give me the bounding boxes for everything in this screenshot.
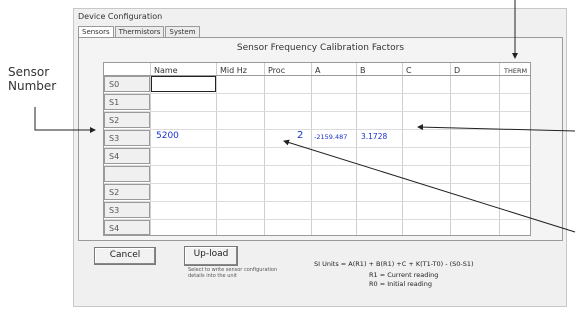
a-cell-s3[interactable]: -2159.487 xyxy=(314,133,347,141)
annotation-line-1: Sensor xyxy=(8,65,50,79)
row-label-s4: S4 xyxy=(104,148,150,164)
r1-note: R1 = Current reading xyxy=(369,271,439,279)
column-header-a: A xyxy=(315,66,321,75)
tab-system[interactable]: System xyxy=(165,26,200,37)
name-cell-s3[interactable]: 5200 xyxy=(156,131,179,141)
table-row xyxy=(104,166,530,184)
tab-thermistors[interactable]: Thermistors xyxy=(114,26,165,37)
column-header-d: D xyxy=(454,66,461,75)
row-label-blank xyxy=(104,166,150,182)
tab-bar: Sensors Thermistors System xyxy=(78,26,201,37)
row-label-s2: S2 xyxy=(104,112,150,128)
row-label-s3-second: S3 xyxy=(104,202,150,218)
cancel-button[interactable]: Cancel xyxy=(94,247,156,265)
table-row: S3 xyxy=(104,202,530,220)
name-cell-s0-selected[interactable] xyxy=(151,76,216,92)
column-header-proc: Proc xyxy=(268,66,286,75)
column-header-mid-hz: Mid Hz xyxy=(220,66,247,75)
formula-text: SI Units = A(R1) + B(R1) +C + K(T1-T0) -… xyxy=(314,260,474,268)
column-header-b: B xyxy=(360,66,366,75)
table-row: S0 xyxy=(104,76,530,94)
row-label-s3: S3 xyxy=(104,130,150,146)
upload-hint: Select to write sensor configuration det… xyxy=(188,267,278,279)
column-header-c: C xyxy=(406,66,412,75)
proc-cell-s3[interactable]: 2 xyxy=(297,130,303,141)
grid-title: Sensor Frequency Calibration Factors xyxy=(236,43,405,53)
sensor-number-annotation: Sensor Number xyxy=(8,65,56,93)
sensors-panel: Sensor Frequency Calibration Factors Nam… xyxy=(78,37,563,241)
b-cell-s3[interactable]: 3.1728 xyxy=(361,132,387,141)
device-configuration-window: Device Configuration Sensors Thermistors… xyxy=(73,8,567,307)
table-row: S2 xyxy=(104,184,530,202)
window-title: Device Configuration xyxy=(78,12,163,21)
upload-button[interactable]: Up-load xyxy=(184,246,238,266)
column-header-name: Name xyxy=(154,66,178,75)
annotation-line-2: Number xyxy=(8,79,57,93)
table-row: S4 xyxy=(104,220,530,235)
row-label-s1: S1 xyxy=(104,94,150,110)
row-label-s4-second: S4 xyxy=(104,220,150,235)
table-row: S2 xyxy=(104,112,530,130)
column-header-therm: THERM xyxy=(504,67,528,75)
r0-note: R0 = Initial reading xyxy=(369,280,432,288)
row-label-s0: S0 xyxy=(104,76,150,92)
calibration-grid: Name Mid Hz Proc A B C D THERM S0 S1 S2 … xyxy=(103,62,531,236)
table-row: S3 5200 2 -2159.487 3.1728 xyxy=(104,130,530,148)
row-label-s2-second: S2 xyxy=(104,184,150,200)
table-row: S1 xyxy=(104,94,530,112)
table-row: S4 xyxy=(104,148,530,166)
tab-sensors[interactable]: Sensors xyxy=(78,26,114,37)
